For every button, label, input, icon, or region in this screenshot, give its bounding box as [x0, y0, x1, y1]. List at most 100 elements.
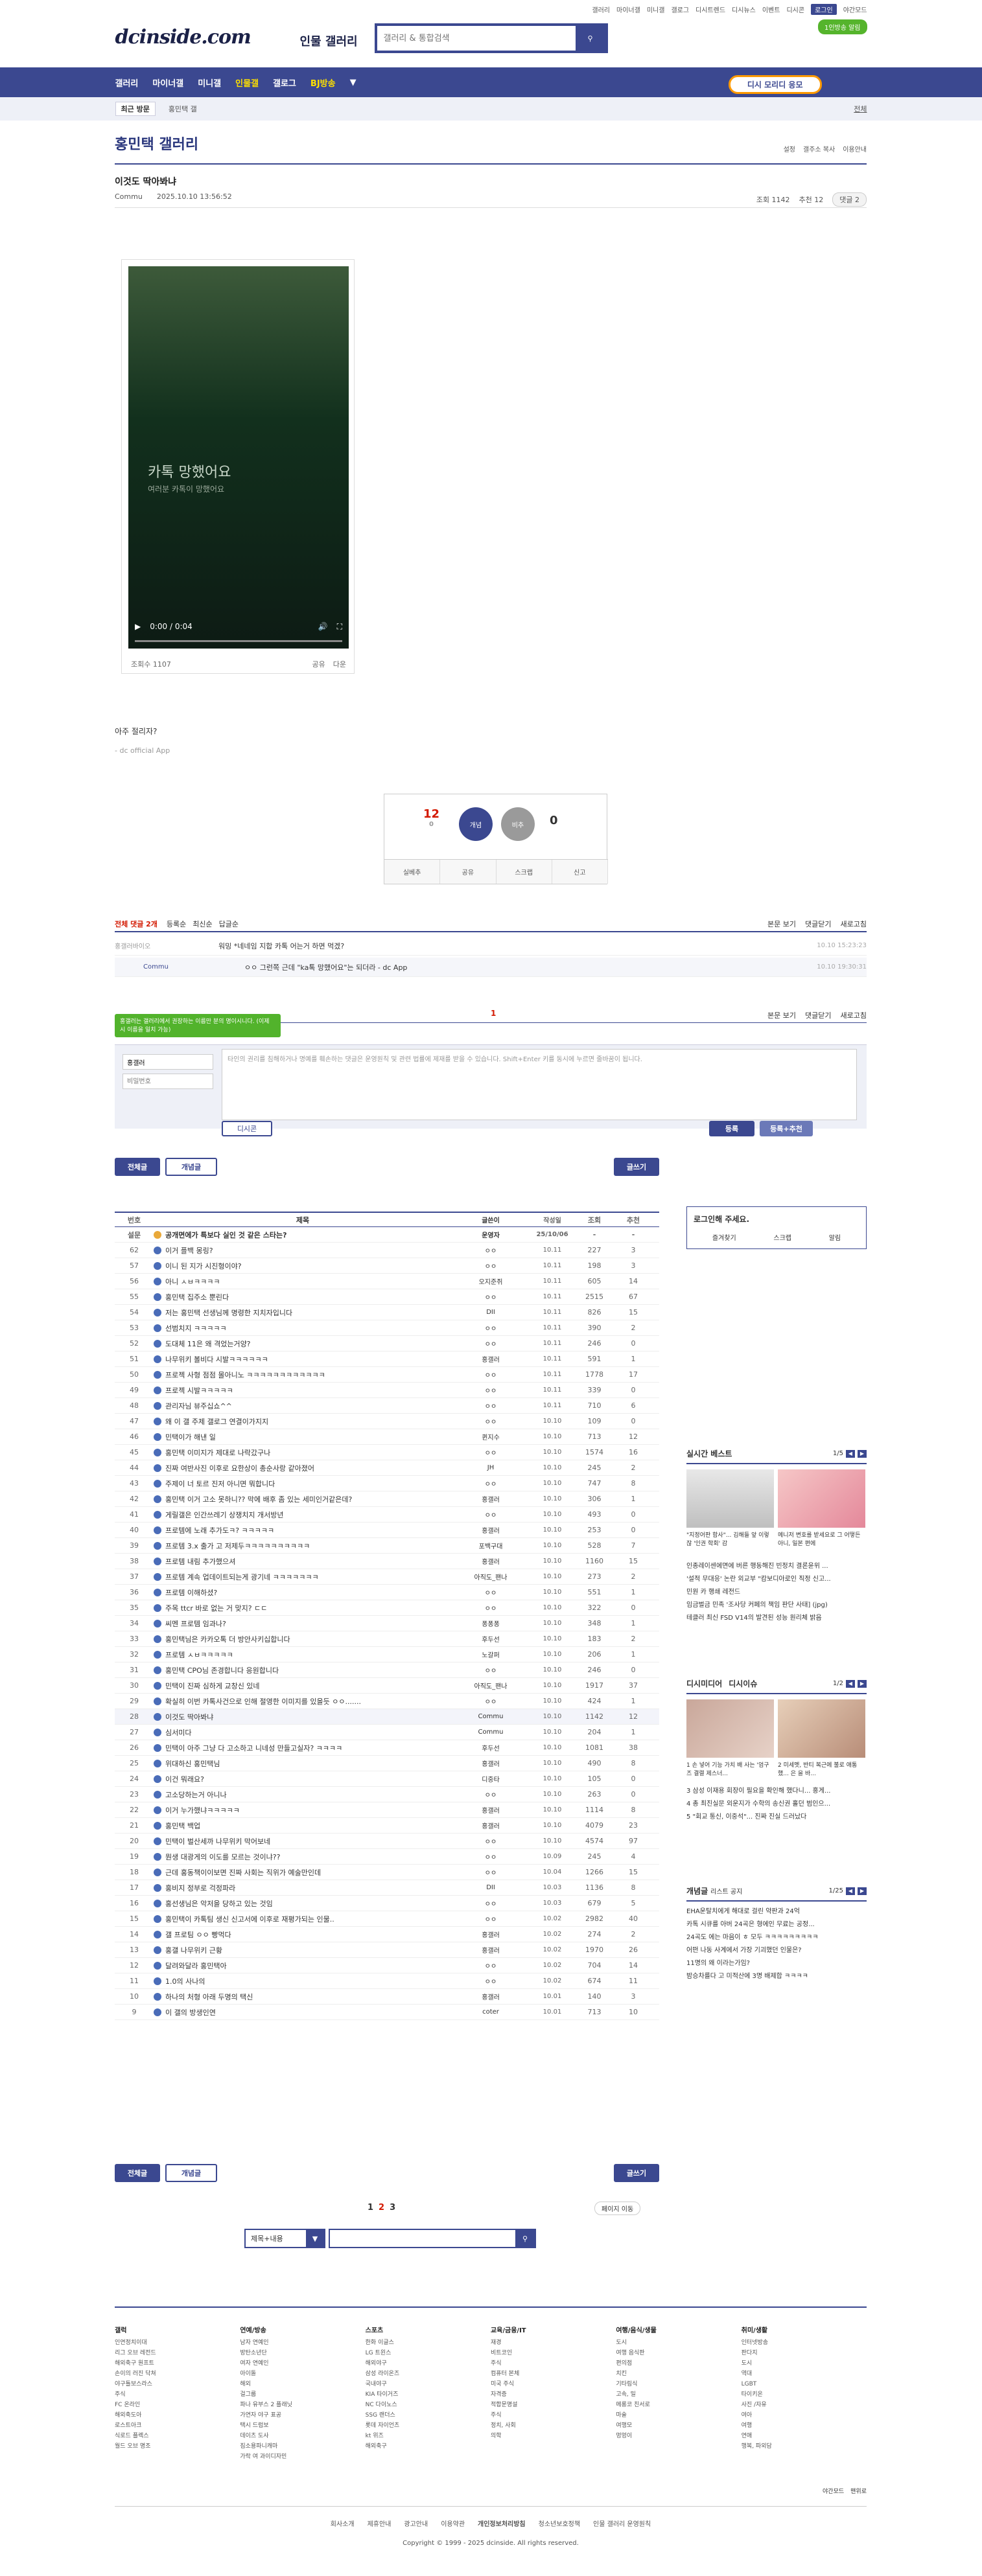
- footer-dir-link[interactable]: 가연자 야구 표공: [240, 2410, 365, 2421]
- board-search-button[interactable]: ⚲: [515, 2230, 535, 2247]
- table-row[interactable]: 9 이 갤의 방생인연 coter 10.01 713 10: [115, 2005, 659, 2020]
- post-title-link[interactable]: 홍민택 이거 고소 못하니?? 막에 배후 좀 있는 세미인거같은데?: [165, 1494, 352, 1504]
- footer-dir-link[interactable]: 인연정치이대: [115, 2338, 240, 2348]
- gallery-title[interactable]: 홍민택 갤러리: [115, 133, 198, 154]
- post-title-link[interactable]: 하나의 처형 아래 두명의 택신: [165, 1992, 253, 2002]
- footer-dir-link[interactable]: 해외축도아: [115, 2410, 240, 2421]
- table-row[interactable]: 16 홍선생님은 악저을 당하고 있는 것임 ㅇㅇ 10.03 679 5: [115, 1896, 659, 1911]
- footer-link[interactable]: 회사소개: [331, 2518, 355, 2528]
- favorites-button[interactable]: 즐겨찾기: [712, 1232, 736, 1242]
- best-item[interactable]: 민원 카 행쇄 레전드: [686, 1586, 867, 1599]
- post-title-link[interactable]: 홍민택이 카톡팀 생신 신고서에 이후로 재평가되는 인물..: [165, 1914, 334, 1924]
- post-writer[interactable]: 퀸지수: [452, 1432, 530, 1442]
- footer-dir-link[interactable]: 파나 유부스 2 플래닛: [240, 2400, 365, 2410]
- post-title-link[interactable]: 프로템 내림 추가했으셔: [165, 1556, 235, 1567]
- footer-dir-link[interactable]: 마술: [616, 2410, 741, 2421]
- media-item[interactable]: 5 "회교 통신, 이중석"... 진짜 진실 드러났다: [686, 1811, 867, 1824]
- alarm-button[interactable]: 알림: [829, 1232, 841, 1242]
- table-row[interactable]: 52 도대체 11은 왜 격었는거양? ㅇㅇ 10.11 246 0: [115, 1336, 659, 1351]
- post-writer[interactable]: ㅇㅇ: [452, 1245, 530, 1255]
- footer-dir-link[interactable]: 해외축구 원프트: [115, 2358, 240, 2369]
- table-row[interactable]: 57 이니 된 지가 시진형이야? ㅇㅇ 10.11 198 3: [115, 1258, 659, 1274]
- post-title-link[interactable]: 고소당하는거 아니나: [165, 1789, 227, 1800]
- footer-dir-link[interactable]: 손이의 러진 닥쳐: [115, 2369, 240, 2379]
- concept-item[interactable]: EHA운탈치에게 해대로 걸린 약판과 24억: [686, 1905, 867, 1918]
- footer-dir-link[interactable]: 의학: [491, 2431, 616, 2441]
- login-prompt[interactable]: 로그인해 주세요.: [694, 1213, 859, 1225]
- footer-column-title[interactable]: 스포츠: [366, 2326, 491, 2336]
- post-title-link[interactable]: 프로템 계속 업데이트되는게 광기네 ㅋㅋㅋㅋㅋㅋㅋ: [165, 1572, 319, 1582]
- table-row[interactable]: 22 이거 누가했냐ㅋㅋㅋㅋㅋ 홍갤러 10.10 1114 8: [115, 1802, 659, 1818]
- post-title-link[interactable]: 주목 ttcr 바로 없는 거 맞지? ㄷㄷ: [165, 1603, 267, 1613]
- post-title-link[interactable]: 게릴갤은 인간쓰레기 상쟁치지 개서방년: [165, 1510, 284, 1520]
- post-writer[interactable]: ㅇㅇ: [452, 1696, 530, 1706]
- post-writer[interactable]: 홍갤러: [452, 1525, 530, 1535]
- view-body[interactable]: 본문 보기: [767, 919, 796, 929]
- post-writer[interactable]: ㅇㅇ: [452, 1789, 530, 1799]
- post-writer[interactable]: ㅇㅇ: [452, 1401, 530, 1410]
- table-row[interactable]: 35 주목 ttcr 바로 없는 거 맞지? ㄷㄷ ㅇㅇ 10.10 322 0: [115, 1600, 659, 1616]
- post-title-link[interactable]: 주제이 너 토르 진저 아니면 뭐합니다: [165, 1478, 275, 1489]
- table-row[interactable]: 50 프로젝 사형 점점 몰아니노 ㅋㅋㅋㅋㅋㅋㅋㅋㅋㅋㅋㅋ ㅇㅇ 10.11 1778…: [115, 1367, 659, 1383]
- password-field[interactable]: [123, 1074, 213, 1089]
- table-row[interactable]: 11 1.0의 사나의 ㅇㅇ 10.02 674 11: [115, 1973, 659, 1989]
- write-button-bottom[interactable]: 글쓰기: [614, 2164, 659, 2182]
- post-writer[interactable]: ㅇㅇ: [452, 1292, 530, 1302]
- footer-link[interactable]: 제휴안내: [368, 2518, 392, 2528]
- post-writer[interactable]: 홍갤러: [452, 1494, 530, 1504]
- video-share[interactable]: 공유: [312, 659, 325, 669]
- footer-dir-link[interactable]: 비트코인: [491, 2348, 616, 2358]
- write-button[interactable]: 글쓰기: [614, 1158, 659, 1176]
- post-writer[interactable]: ㅇㅇ: [452, 1665, 530, 1675]
- post-title-link[interactable]: 이거 누가했냐ㅋㅋㅋㅋㅋ: [165, 1805, 240, 1815]
- table-row[interactable]: 14 갤 프로팀 ㅇㅇ 빵먹다 홍갤러 10.02 274 2: [115, 1927, 659, 1942]
- table-row[interactable]: 54 저는 홍민택 선생님께 명령한 지치자입니다 DII 10.11 826 15: [115, 1305, 659, 1320]
- footer-column-title[interactable]: 여행/음식/생물: [616, 2326, 741, 2336]
- table-row[interactable]: 39 프로템 3.x 출가 고 저제두ㅋㅋㅋㅋㅋㅋㅋㅋㅋㅋ 포백구대 10.10 528…: [115, 1538, 659, 1554]
- post-title-link[interactable]: 공개면에가 특보다 실인 것 같은 스타는?: [165, 1230, 286, 1240]
- footer-dir-link[interactable]: 한화 이글스: [366, 2338, 491, 2348]
- page-1[interactable]: 1: [368, 2203, 373, 2213]
- close-comments[interactable]: 댓글닫기: [805, 1010, 831, 1020]
- video-progress[interactable]: [135, 640, 342, 642]
- post-writer[interactable]: ㅇㅇ: [452, 1447, 530, 1457]
- table-row[interactable]: 41 게릴갤은 인간쓰레기 상쟁치지 개서방년 ㅇㅇ 10.10 493 0: [115, 1507, 659, 1523]
- concept-item[interactable]: 카톡 시큐를 아버 24곡은 형에인 무료는 공정...: [686, 1918, 867, 1931]
- next-icon[interactable]: ▶: [858, 1449, 867, 1458]
- sort-date[interactable]: 등록순: [167, 919, 186, 929]
- footer-dir-link[interactable]: 여아: [742, 2410, 867, 2421]
- footer-dir-link[interactable]: 행복, 파외담: [742, 2441, 867, 2452]
- footer-dir-link[interactable]: 월드 오브 명조: [115, 2441, 240, 2452]
- footer-dir-link[interactable]: 롯데 자이언츠: [366, 2421, 491, 2431]
- post-writer[interactable]: Commu: [452, 1713, 530, 1720]
- media-thumb-2[interactable]: [778, 1699, 865, 1758]
- table-row[interactable]: 20 민택이 벌산세까 나무위키 막어보네 ㅇㅇ 10.10 4574 97: [115, 1834, 659, 1849]
- table-row[interactable]: 46 민택이가 해낸 일 퀸지수 10.10 713 12: [115, 1429, 659, 1445]
- fullscreen-icon[interactable]: ⛶: [337, 622, 342, 632]
- post-writer[interactable]: 오지준쥐: [452, 1276, 530, 1286]
- post-writer[interactable]: 아직도_팬나: [452, 1572, 530, 1581]
- table-row[interactable]: 44 진짜 여반사진 이후로 요한상이 총순사랑 같아졌어 JH 10.10 245 2: [115, 1460, 659, 1476]
- prev-icon[interactable]: ◀: [846, 1679, 855, 1688]
- nickname-field[interactable]: [123, 1054, 213, 1070]
- footer-column-title[interactable]: 교육/금융/IT: [491, 2326, 616, 2336]
- refresh-comments[interactable]: 새로고침: [841, 919, 867, 929]
- table-row[interactable]: 12 달려와달라 홍민택아 ㅇㅇ 10.02 704 14: [115, 1958, 659, 1973]
- video-frame[interactable]: 카톡 망했어요 여러분 카톡이 망했어요 ▶ 0:00 / 0:04 🔊 ⛶: [128, 266, 349, 649]
- post-title-link[interactable]: 홍갤 나무위키 근황: [165, 1945, 222, 1955]
- table-row[interactable]: 48 관리자님 뷰주십쇼^^ ㅇㅇ 10.11 710 6: [115, 1398, 659, 1414]
- search-type-select[interactable]: 제목+내용 ▼: [244, 2229, 325, 2248]
- post-title-link[interactable]: 진짜 여반사진 이후로 요한상이 총순사랑 같아졌어: [165, 1463, 314, 1473]
- post-title-link[interactable]: 홍민택 집주소 뿐린다: [165, 1292, 229, 1302]
- post-title-link[interactable]: 프로템에 노래 추가도ㅋ? ㅋㅋㅋㅋㅋ: [165, 1525, 274, 1535]
- close-comments[interactable]: 댓글닫기: [805, 919, 831, 929]
- post-title-link[interactable]: 홍민택 백업: [165, 1821, 200, 1831]
- post-title-link[interactable]: 아니 ㅅㅂㅋㅋㅋㅋ: [165, 1276, 220, 1287]
- footer-dir-link[interactable]: 적합문명설: [491, 2400, 616, 2410]
- footer-dir-link[interactable]: 주식: [491, 2410, 616, 2421]
- table-row[interactable]: 47 왜 이 갤 주제 갤로그 연결이가지지 ㅇㅇ 10.10 109 0: [115, 1414, 659, 1429]
- table-row[interactable]: 33 홍민택님은 카카오톡 더 방안사키십합니다 후두선 10.10 183 2: [115, 1631, 659, 1647]
- concept-item[interactable]: 밤승차를다 고 미적산에 3명 배제합 ㅋㅋㅋㅋ: [686, 1970, 867, 1983]
- table-row[interactable]: 45 홍민택 이미지가 제대로 나락갔구나 ㅇㅇ 10.10 1574 16: [115, 1445, 659, 1460]
- table-row[interactable]: 21 홍민택 백업 홍갤러 10.10 4079 23: [115, 1818, 659, 1834]
